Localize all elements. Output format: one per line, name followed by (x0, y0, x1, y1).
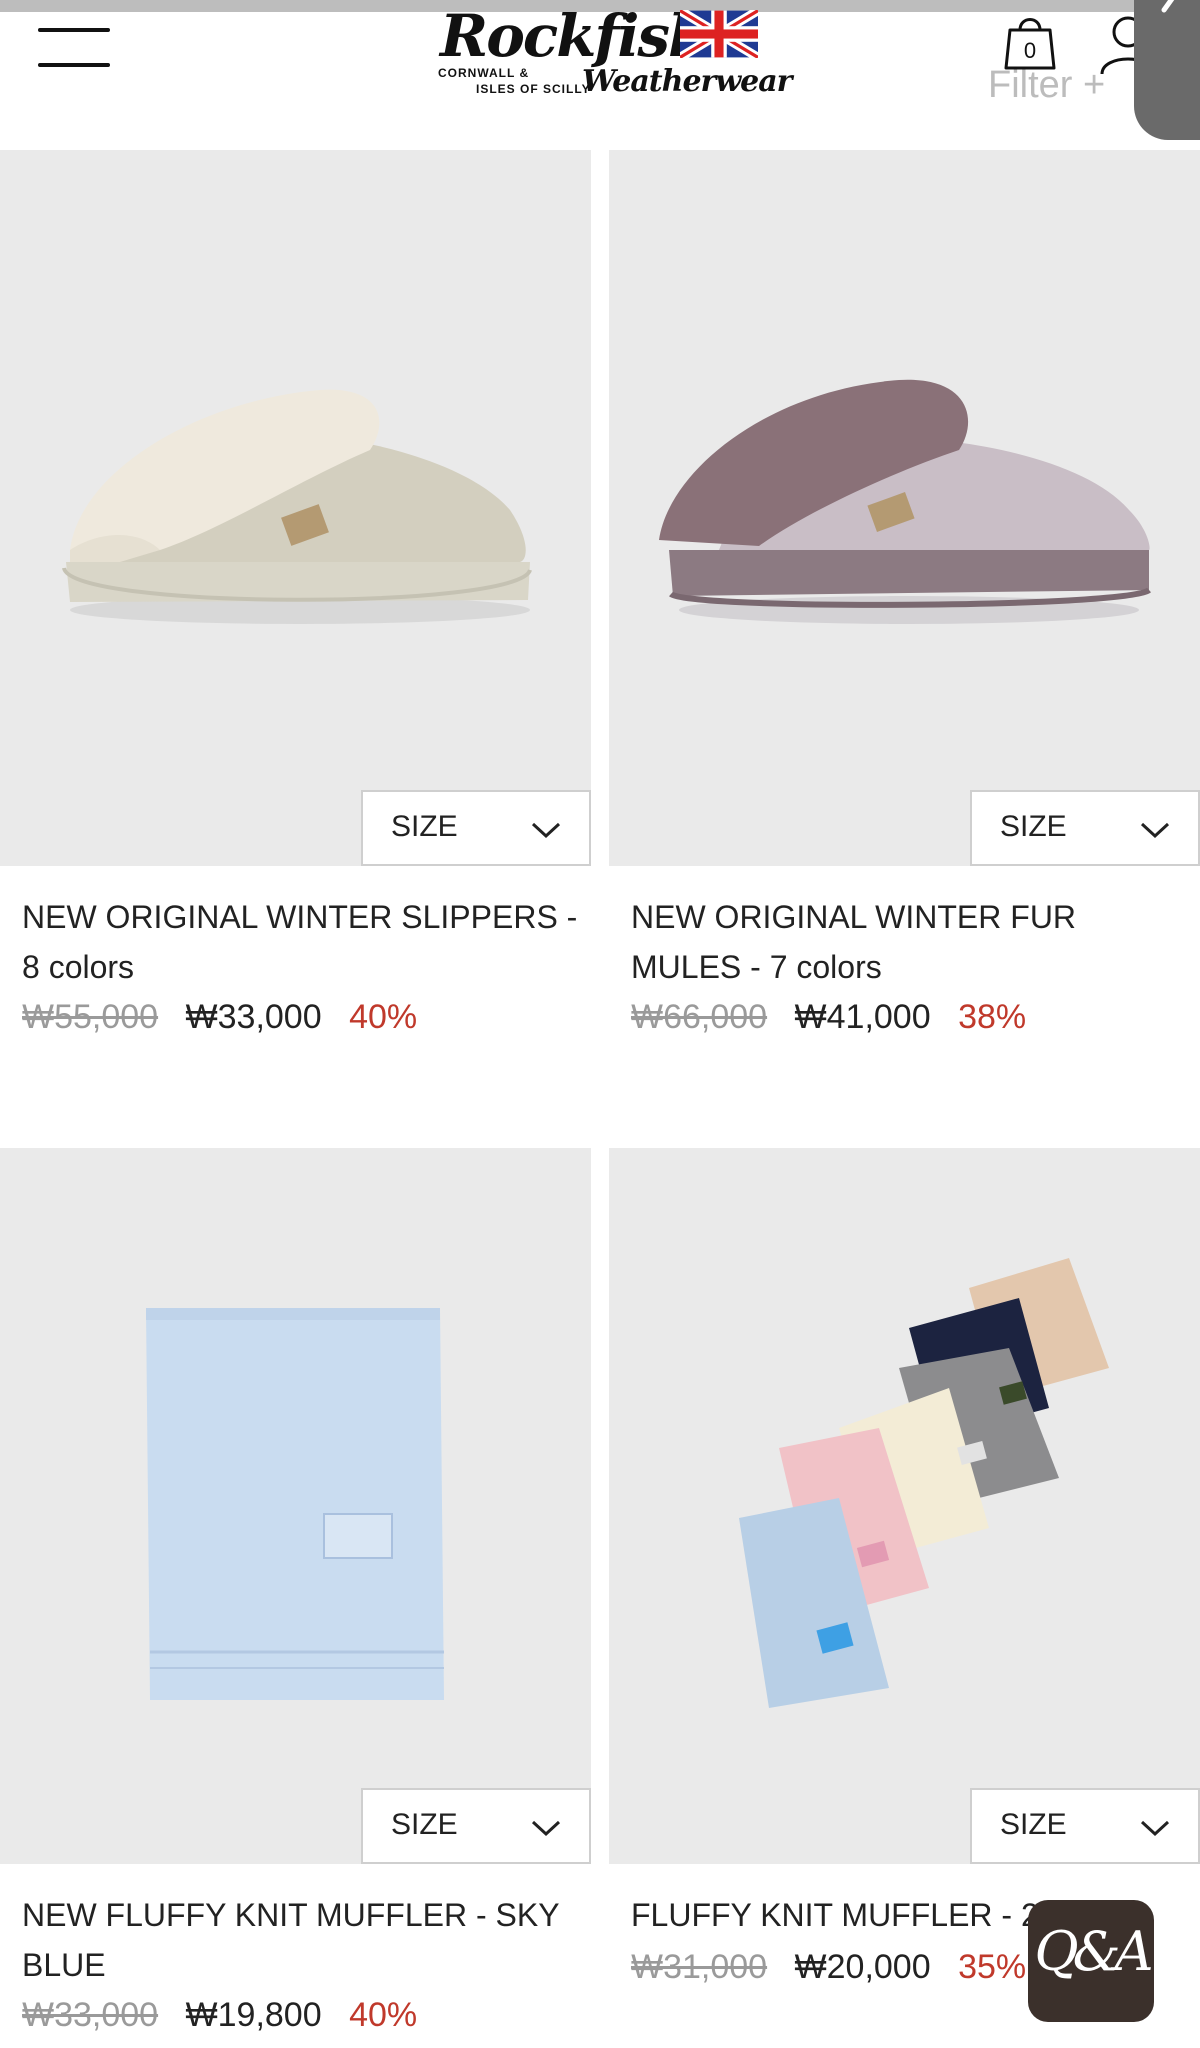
brand-script: Weatherwear (582, 64, 792, 99)
sale-price: ₩19,800 (185, 1996, 322, 2034)
chevron-down-icon (1140, 1820, 1170, 1837)
brand-logo[interactable]: Rockfish CORNWALL & ISLES OF SCILLY Weat… (432, 2, 792, 102)
discount-percent: 40% (349, 998, 418, 1036)
product-prices: ₩66,000 ₩41,000 38% (631, 998, 1044, 1037)
size-select-label: SIZE (391, 1808, 458, 1841)
product-prices: ₩55,000 ₩33,000 40% (22, 998, 435, 1037)
product-image[interactable] (0, 1148, 591, 1864)
product-image[interactable] (609, 1148, 1200, 1864)
sale-price: ₩41,000 (794, 998, 931, 1036)
original-price: ₩55,000 (22, 998, 159, 1036)
site-header: Rockfish CORNWALL & ISLES OF SCILLY Weat… (0, 0, 1200, 150)
filter-button[interactable]: Filter + (988, 64, 1105, 107)
product-card[interactable]: SIZE NEW ORIGINAL WINTER FUR MULES - 7 c… (609, 150, 1200, 1050)
product-image[interactable] (609, 150, 1200, 866)
size-select[interactable]: SIZE (361, 790, 591, 866)
product-prices: ₩33,000 ₩19,800 40% (22, 1996, 435, 2035)
product-image[interactable] (0, 150, 591, 866)
qa-label: Q&A (1034, 1920, 1153, 1983)
discount-percent: 40% (349, 1996, 418, 2034)
product-card[interactable]: SIZE NEW FLUFFY KNIT MUFFLER - SKY BLUE … (0, 1148, 591, 2048)
chevron-down-icon (531, 1820, 561, 1837)
size-select-label: SIZE (1000, 810, 1067, 843)
slipper-image (62, 389, 532, 624)
discount-percent: 38% (958, 998, 1027, 1036)
product-name[interactable]: NEW FLUFFY KNIT MUFFLER - SKY BLUE (22, 1890, 582, 1990)
sale-price: ₩20,000 (794, 1948, 931, 1986)
chevron-down-icon (1140, 822, 1170, 839)
product-name[interactable]: NEW ORIGINAL WINTER SLIPPERS - 8 colors (22, 892, 582, 992)
uk-flag-icon (680, 10, 758, 58)
brand-name: Rockfish (440, 2, 710, 70)
chevron-down-icon (531, 822, 561, 839)
original-price: ₩31,000 (631, 1948, 768, 1986)
cart-count: 0 (1023, 38, 1037, 63)
brand-subtitle-2: ISLES OF SCILLY (476, 82, 591, 96)
size-select-label: SIZE (391, 810, 458, 843)
size-select[interactable]: SIZE (970, 1788, 1200, 1864)
size-select-label: SIZE (1000, 1808, 1067, 1841)
qa-button[interactable]: Q&A (1028, 1900, 1154, 2022)
brand-subtitle-1: CORNWALL & (438, 66, 530, 80)
back-button[interactable] (1134, 0, 1200, 140)
size-select[interactable]: SIZE (361, 1788, 591, 1864)
product-name[interactable]: NEW ORIGINAL WINTER FUR MULES - 7 colors (631, 892, 1191, 992)
original-price: ₩66,000 (631, 998, 768, 1036)
menu-icon[interactable] (38, 28, 110, 70)
original-price: ₩33,000 (22, 1996, 159, 2034)
product-card[interactable]: SIZE NEW ORIGINAL WINTER SLIPPERS - 8 co… (0, 150, 591, 1050)
muffler-colors-image (739, 1258, 1109, 1708)
back-chevron-icon (1161, 0, 1175, 13)
muffler-sky-blue-image (146, 1308, 444, 1700)
product-prices: ₩31,000 ₩20,000 35% (631, 1948, 1044, 1987)
fur-mule-image (659, 379, 1151, 624)
cart-button[interactable]: 0 (1000, 10, 1060, 72)
discount-percent: 35% (958, 1948, 1027, 1986)
size-select[interactable]: SIZE (970, 790, 1200, 866)
sale-price: ₩33,000 (185, 998, 322, 1036)
